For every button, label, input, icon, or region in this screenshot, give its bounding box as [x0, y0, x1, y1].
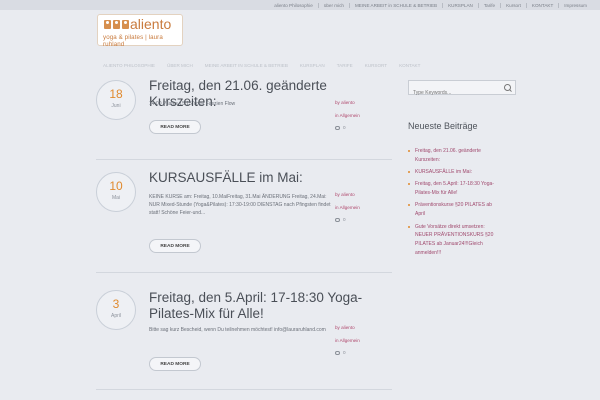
main-nav: ALIENTO PHILOSOPHIE ÜBER MICH MEINE ARBE… [0, 58, 600, 72]
search-box [408, 80, 516, 100]
post-date-day: 3 [112, 297, 120, 311]
recent-post-link[interactable]: KURSAUSFÄLLE im Mai: [408, 168, 518, 177]
post-category[interactable]: in Allgemein [335, 111, 395, 122]
toplink-kursplan[interactable]: KURSPLAN [443, 3, 478, 8]
nav-item-kursort[interactable]: KURSORT [359, 63, 393, 68]
top-links: aliento Philosophie über mich MEINE ARBE… [269, 0, 592, 10]
post-date-day: 10 [109, 179, 123, 193]
post-meta: by aliento in Allgemein 0 [335, 98, 395, 134]
comment-icon [335, 350, 340, 355]
toplink-kontakt[interactable]: KONTAKT [527, 3, 558, 8]
toplink-ueber-mich[interactable]: über mich [319, 3, 349, 8]
nav-item-philosophie[interactable]: ALIENTO PHILOSOPHIE [97, 63, 161, 68]
post-date-month: Mai [111, 195, 121, 201]
post-category[interactable]: in Allgemein [335, 336, 395, 347]
post-date-badge: 18 Juni [96, 80, 136, 120]
post-author[interactable]: by aliento [335, 190, 395, 201]
post-divider [96, 389, 392, 390]
post-excerpt: Bitte sag kurz Bescheid, wenn Du teilneh… [149, 327, 326, 333]
logo-tagline: yoga & pilates | laura ruhland [103, 34, 163, 48]
comment-icon [335, 217, 340, 222]
post-date-day: 18 [109, 87, 123, 101]
post-comments[interactable]: 0 [335, 215, 395, 226]
post-date-month: Juni [111, 103, 121, 109]
post-excerpt: KEINE KURSE am: Freitag, 10.MaiFreitag, … [149, 194, 331, 217]
recent-post-link[interactable]: Freitag, den 5.April: 17-18:30 Yoga- Pil… [408, 180, 518, 198]
post-author[interactable]: by aliento [335, 323, 395, 334]
post-title[interactable]: Freitag, den 5.April: 17-18:30 Yoga-Pila… [149, 290, 379, 322]
yoga-figures-icon [104, 20, 129, 29]
site-logo[interactable]: aliento yoga & pilates | laura ruhland [97, 14, 183, 48]
toplink-kursort[interactable]: Kursort [501, 3, 526, 8]
read-more-button[interactable]: READ MORE [149, 120, 201, 134]
nav-item-meine-arbeit[interactable]: MEINE ARBEIT IN SCHULE & BETRIEB [199, 63, 294, 68]
nav-item-ueber-mich[interactable]: ÜBER MICH [161, 63, 199, 68]
post-comments[interactable]: 0 [335, 123, 395, 134]
recent-post-link[interactable]: Präventionskurse §20 PILATES ab April [408, 201, 518, 219]
recent-posts-list: Freitag, den 21.06. geänderte Kurszeiten… [408, 147, 518, 261]
post-divider [96, 159, 392, 160]
toplink-meine-arbeit[interactable]: MEINE ARBEIT in SCHULE & BETRIEB [350, 3, 442, 8]
recent-post-link[interactable]: Gute Vorsätze direkt umsetzen: NEUER PRÄ… [408, 223, 518, 259]
search-icon[interactable] [504, 84, 511, 91]
post-date-month: April [110, 313, 121, 319]
post-meta: by aliento in Allgemein 0 [335, 323, 395, 359]
post-date-badge: 10 Mai [96, 172, 136, 212]
post-category[interactable]: in Allgemein [335, 203, 395, 214]
search-input[interactable] [409, 86, 505, 100]
toplink-impressum[interactable]: Impressum [559, 3, 592, 8]
post-date-badge: 3 April [96, 290, 136, 330]
post-meta: by aliento in Allgemein 0 [335, 190, 395, 226]
post-title[interactable]: KURSAUSFÄLLE im Mai: [149, 170, 379, 186]
read-more-button[interactable]: READ MORE [149, 357, 201, 371]
nav-item-kontakt[interactable]: KONTAKT [393, 63, 426, 68]
post-divider [96, 272, 392, 273]
post-author[interactable]: by aliento [335, 98, 395, 109]
comment-icon [335, 125, 340, 130]
logo-wordmark: aliento [130, 16, 172, 32]
read-more-button[interactable]: READ MORE [149, 239, 201, 253]
nav-item-kursplan[interactable]: KURSPLAN [294, 63, 331, 68]
recent-post-link[interactable]: Freitag, den 21.06. geänderte Kurszeiten… [408, 147, 518, 165]
nav-item-tarife[interactable]: TARIFE [331, 63, 359, 68]
toplink-tarife[interactable]: Tarife [479, 3, 500, 8]
toplink-philosophie[interactable]: aliento Philosophie [269, 3, 318, 8]
recent-posts-heading: Neueste Beiträge [408, 121, 478, 131]
post-comments[interactable]: 0 [335, 348, 395, 359]
post-excerpt: 14:00 Pilates 15:15 Yoga Faszien Flow [149, 101, 236, 107]
